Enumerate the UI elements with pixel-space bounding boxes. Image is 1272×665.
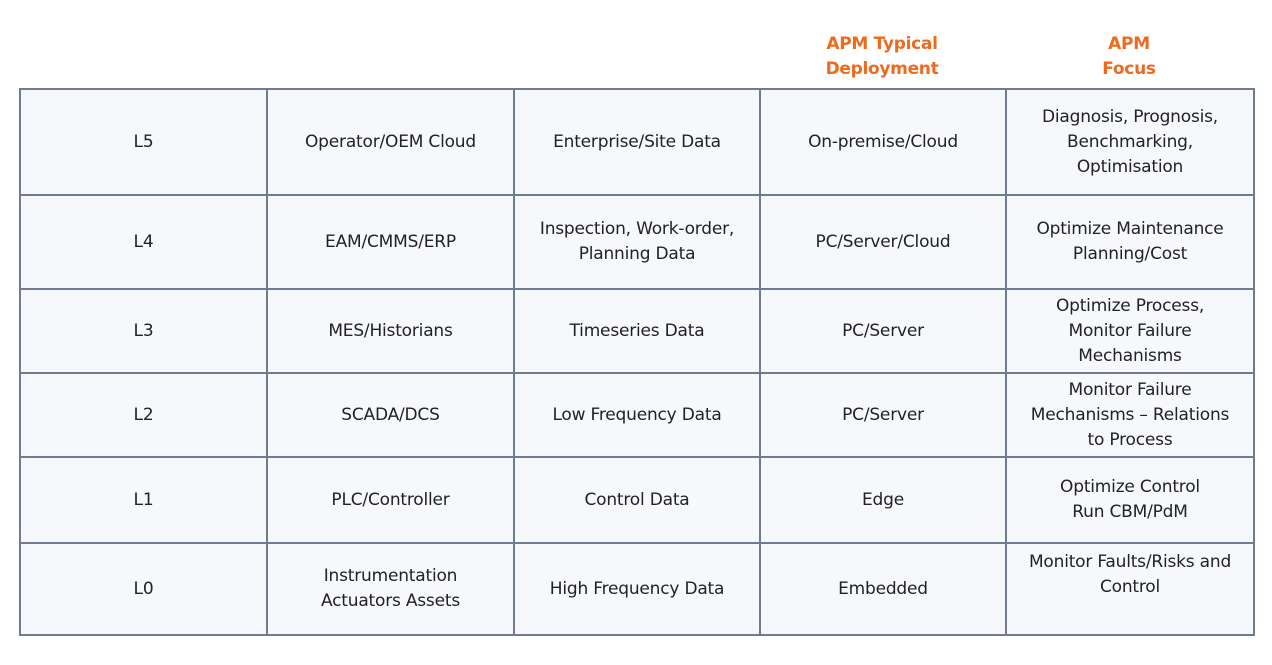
focus-label: Optimize Process, Monitor Failure Mechan… (1055, 295, 1205, 366)
system-label: PLC/Controller (331, 489, 450, 510)
level-cell: L0 (19, 542, 268, 636)
table-row-l0: L0 Instrumentation Actuators Assets High… (19, 542, 1255, 636)
focus-label: Optimize Maintenance Planning/Cost (1036, 219, 1224, 264)
level-cell: L3 (19, 288, 268, 374)
system-cell: PLC/Controller (266, 456, 515, 544)
level-label: L0 (133, 578, 154, 599)
deployment-label: On-premise/Cloud (808, 131, 958, 152)
focus-label: Optimize Control Run CBM/PdM (1060, 477, 1200, 522)
level-label: L3 (133, 320, 154, 341)
level-label: L4 (133, 231, 154, 252)
data-type-cell: Low Frequency Data (513, 372, 761, 458)
data-type-cell: Control Data (513, 456, 761, 544)
system-cell: Operator/OEM Cloud (266, 88, 515, 196)
focus-label: Monitor Faults/Risks and Control (1028, 552, 1232, 597)
data-type-label: High Frequency Data (549, 578, 725, 599)
level-cell: L1 (19, 456, 268, 544)
data-type-cell: Enterprise/Site Data (513, 88, 761, 196)
table-row-l4: L4 EAM/CMMS/ERP Inspection, Work-order, … (19, 194, 1255, 290)
system-cell: MES/Historians (266, 288, 515, 374)
data-type-cell: Timeseries Data (513, 288, 761, 374)
deployment-cell: PC/Server/Cloud (759, 194, 1007, 290)
data-type-cell: High Frequency Data (513, 542, 761, 636)
system-label: MES/Historians (328, 320, 453, 341)
level-label: L1 (133, 489, 154, 510)
deployment-cell: Embedded (759, 542, 1007, 636)
table-row-l2: L2 SCADA/DCS Low Frequency Data PC/Serve… (19, 372, 1255, 458)
focus-cell: Optimize Process, Monitor Failure Mechan… (1005, 288, 1255, 374)
level-cell: L2 (19, 372, 268, 458)
focus-cell: Diagnosis, Prognosis, Benchmarking, Opti… (1005, 88, 1255, 196)
deployment-cell: On-premise/Cloud (759, 88, 1007, 196)
data-type-label: Inspection, Work-order, Planning Data (539, 219, 735, 264)
focus-cell: Monitor Failure Mechanisms – Relations t… (1005, 372, 1255, 458)
deployment-cell: PC/Server (759, 372, 1007, 458)
deployment-label: PC/Server (842, 320, 924, 341)
apm-levels-table: L5 Operator/OEM Cloud Enterprise/Site Da… (19, 88, 1255, 636)
deployment-label: PC/Server (842, 404, 924, 425)
system-cell: EAM/CMMS/ERP (266, 194, 515, 290)
level-label: L5 (133, 131, 154, 152)
data-type-label: Enterprise/Site Data (553, 131, 721, 152)
header-apm-typical-deployment: APM Typical Deployment (825, 34, 939, 79)
focus-label: Diagnosis, Prognosis, Benchmarking, Opti… (1041, 106, 1219, 177)
data-type-label: Timeseries Data (569, 320, 705, 341)
level-cell: L5 (19, 88, 268, 196)
system-cell: SCADA/DCS (266, 372, 515, 458)
level-cell: L4 (19, 194, 268, 290)
system-label: Operator/OEM Cloud (305, 131, 476, 152)
table-row-l5: L5 Operator/OEM Cloud Enterprise/Site Da… (19, 88, 1255, 196)
deployment-label: Embedded (838, 578, 928, 599)
deployment-cell: PC/Server (759, 288, 1007, 374)
focus-cell: Monitor Faults/Risks and Control (1005, 542, 1255, 636)
focus-cell: Optimize Maintenance Planning/Cost (1005, 194, 1255, 290)
data-type-cell: Inspection, Work-order, Planning Data (513, 194, 761, 290)
table-row-l3: L3 MES/Historians Timeseries Data PC/Ser… (19, 288, 1255, 374)
column-headers: APM Typical Deployment APM Focus (0, 0, 1272, 88)
system-label: SCADA/DCS (341, 404, 440, 425)
level-label: L2 (133, 404, 154, 425)
table-row-l1: L1 PLC/Controller Control Data Edge Opti… (19, 456, 1255, 544)
system-label: EAM/CMMS/ERP (325, 231, 456, 252)
deployment-label: PC/Server/Cloud (815, 231, 951, 252)
focus-cell: Optimize Control Run CBM/PdM (1005, 456, 1255, 544)
header-apm-focus: APM Focus (1102, 34, 1156, 79)
deployment-label: Edge (862, 489, 904, 510)
data-type-label: Low Frequency Data (552, 404, 722, 425)
data-type-label: Control Data (584, 489, 690, 510)
focus-label: Monitor Failure Mechanisms – Relations t… (1030, 379, 1230, 450)
system-cell: Instrumentation Actuators Assets (266, 542, 515, 636)
deployment-cell: Edge (759, 456, 1007, 544)
system-label: Instrumentation Actuators Assets (321, 566, 460, 611)
